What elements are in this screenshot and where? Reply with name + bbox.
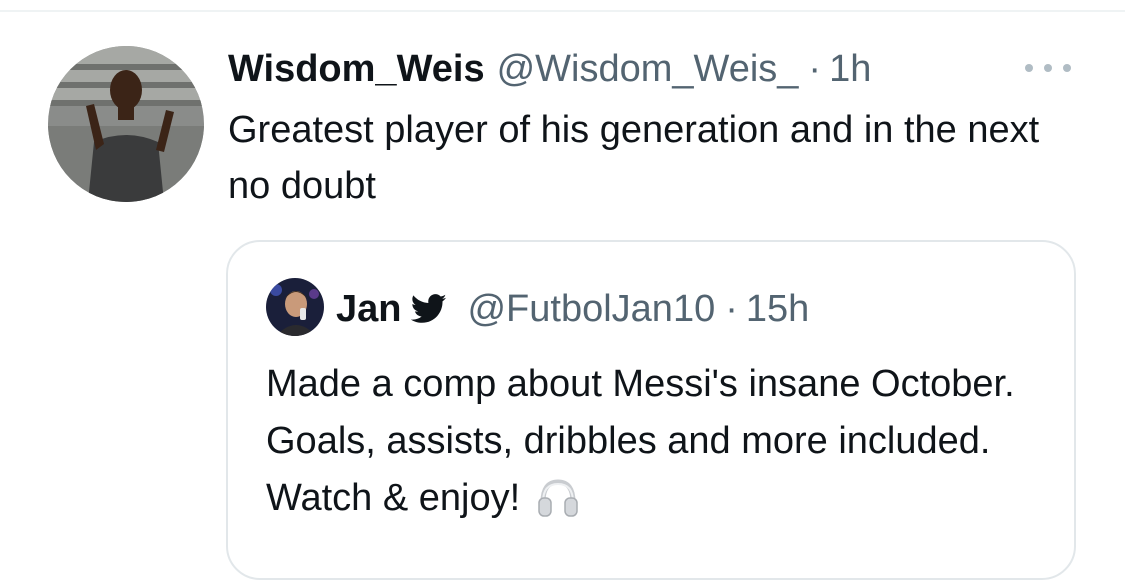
quoted-tweet-header: Jan @FutbolJan10 · 15h (336, 284, 809, 334)
headphones-icon (537, 476, 579, 535)
quoted-tweet-text-block: Made a comp about Messi's insane October… (266, 356, 1056, 535)
quoted-separator-dot: · (725, 287, 738, 330)
tweet-text: Greatest player of his generation and in… (228, 109, 1040, 207)
quoted-tweet-timestamp[interactable]: 15h (746, 288, 809, 331)
tweet-header: Wisdom_Weis @Wisdom_Weis_ · 1h (228, 40, 871, 98)
more-dot (1025, 64, 1033, 72)
more-dot (1063, 64, 1071, 72)
author-handle[interactable]: @Wisdom_Weis_ (497, 48, 799, 91)
more-dot (1044, 64, 1052, 72)
quoted-author-name[interactable]: Jan (336, 288, 401, 331)
author-name[interactable]: Wisdom_Weis (228, 48, 485, 91)
more-options-icon[interactable] (1022, 58, 1074, 78)
twitter-bird-icon (411, 294, 447, 324)
author-avatar[interactable] (48, 46, 204, 202)
top-divider (0, 10, 1125, 12)
tweet-timestamp[interactable]: 1h (829, 48, 871, 91)
quoted-tweet-text: Made a comp about Messi's insane October… (266, 363, 1015, 519)
quoted-author-avatar[interactable] (266, 278, 324, 336)
quoted-author-handle[interactable]: @FutbolJan10 (467, 288, 715, 331)
separator-dot: · (808, 47, 822, 90)
